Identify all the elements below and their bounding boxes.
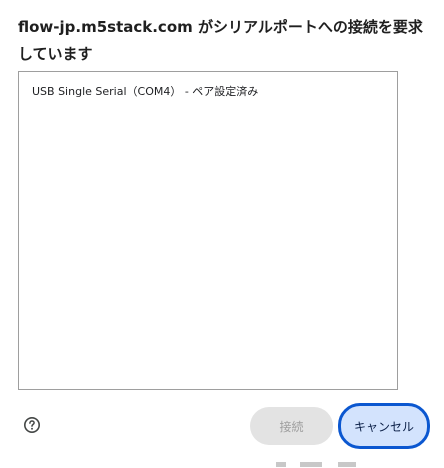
port-list-item[interactable]: USB Single Serial（COM4） - ペア設定済み [32, 85, 258, 99]
connect-button[interactable]: 接続 [250, 407, 333, 445]
help-icon[interactable] [23, 416, 41, 434]
background-fragment [276, 462, 286, 467]
background-fragment [300, 462, 322, 467]
cancel-button[interactable]: キャンセル [338, 403, 430, 449]
background-fragment [338, 462, 356, 467]
help-circle-icon [24, 417, 40, 433]
serial-port-list[interactable]: USB Single Serial（COM4） - ペア設定済み [18, 71, 398, 390]
background-window-edge [0, 458, 444, 468]
serial-port-dialog: flow-jp.m5stack.com がシリアルポートへの接続を要求しています… [0, 0, 444, 468]
dialog-title: flow-jp.m5stack.com がシリアルポートへの接続を要求しています [18, 18, 423, 63]
